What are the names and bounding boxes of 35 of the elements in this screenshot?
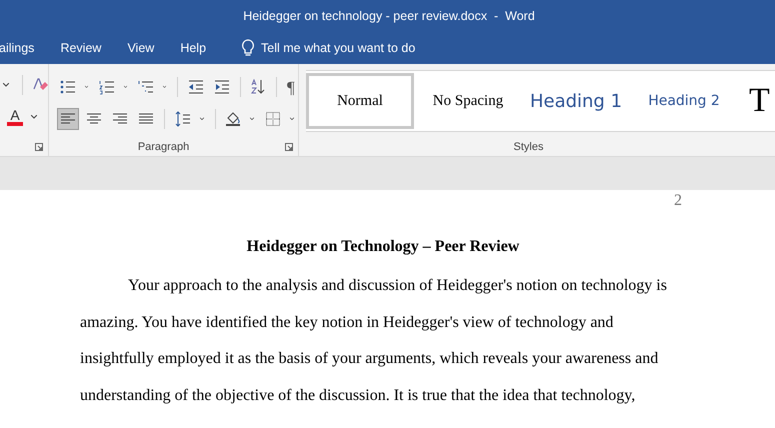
style-item[interactable]: Normal (306, 73, 414, 129)
group-label: Paragraph (136, 141, 190, 153)
numbering-icon (99, 79, 116, 95)
chevron-icon[interactable] (200, 117, 204, 121)
chevron-icon[interactable] (3, 83, 9, 87)
chevron-icon[interactable] (124, 85, 128, 89)
multilevel-icon (138, 79, 154, 95)
lightbulb-icon (241, 39, 256, 57)
tell-me-field[interactable]: Tell me what you want to do (261, 41, 416, 55)
dialog-launcher-icon[interactable] (285, 143, 293, 151)
window-title: Heidegger on technology - peer review.docx - Word (242, 9, 535, 23)
chevron-icon[interactable] (290, 117, 294, 121)
document-heading: Heidegger on Technology – Peer Review (246, 238, 520, 256)
indent-icon (214, 79, 230, 95)
chevron-icon[interactable] (163, 85, 166, 89)
line-spacing-icon (174, 111, 191, 127)
chevron-icon[interactable] (250, 117, 254, 121)
dialog-launcher-icon[interactable] (35, 143, 43, 151)
chevron-icon[interactable] (85, 85, 88, 89)
outdent-icon (188, 79, 204, 95)
document-paragraph: Your approach to the analysis and discussion of Heidegger's notion on technology is amazing. You have identified the key notion in Heidegger's view of technology and insightfully employed it as the basis of your arguments, which reveals your awareness and understanding of the objective of the discussion. It is true that the idea that technology, (80, 276, 668, 406)
group-label: Styles (512, 141, 544, 153)
font-color-button[interactable]: A (7, 108, 23, 126)
ribbon-tab[interactable]: Review (60, 41, 102, 55)
ribbon-tab[interactable]: Help (180, 41, 206, 55)
chevron-icon[interactable] (31, 115, 37, 119)
sort-icon (250, 79, 266, 95)
shading-icon (225, 111, 242, 127)
bullets-icon (60, 79, 76, 95)
pilcrow-button[interactable]: ¶ (284, 76, 298, 98)
eraser-icon[interactable] (32, 77, 48, 93)
align-left-button[interactable] (57, 108, 79, 130)
ribbon-tab[interactable]: View (127, 41, 154, 55)
page-number: 2 (673, 192, 683, 210)
borders-icon (265, 111, 282, 127)
